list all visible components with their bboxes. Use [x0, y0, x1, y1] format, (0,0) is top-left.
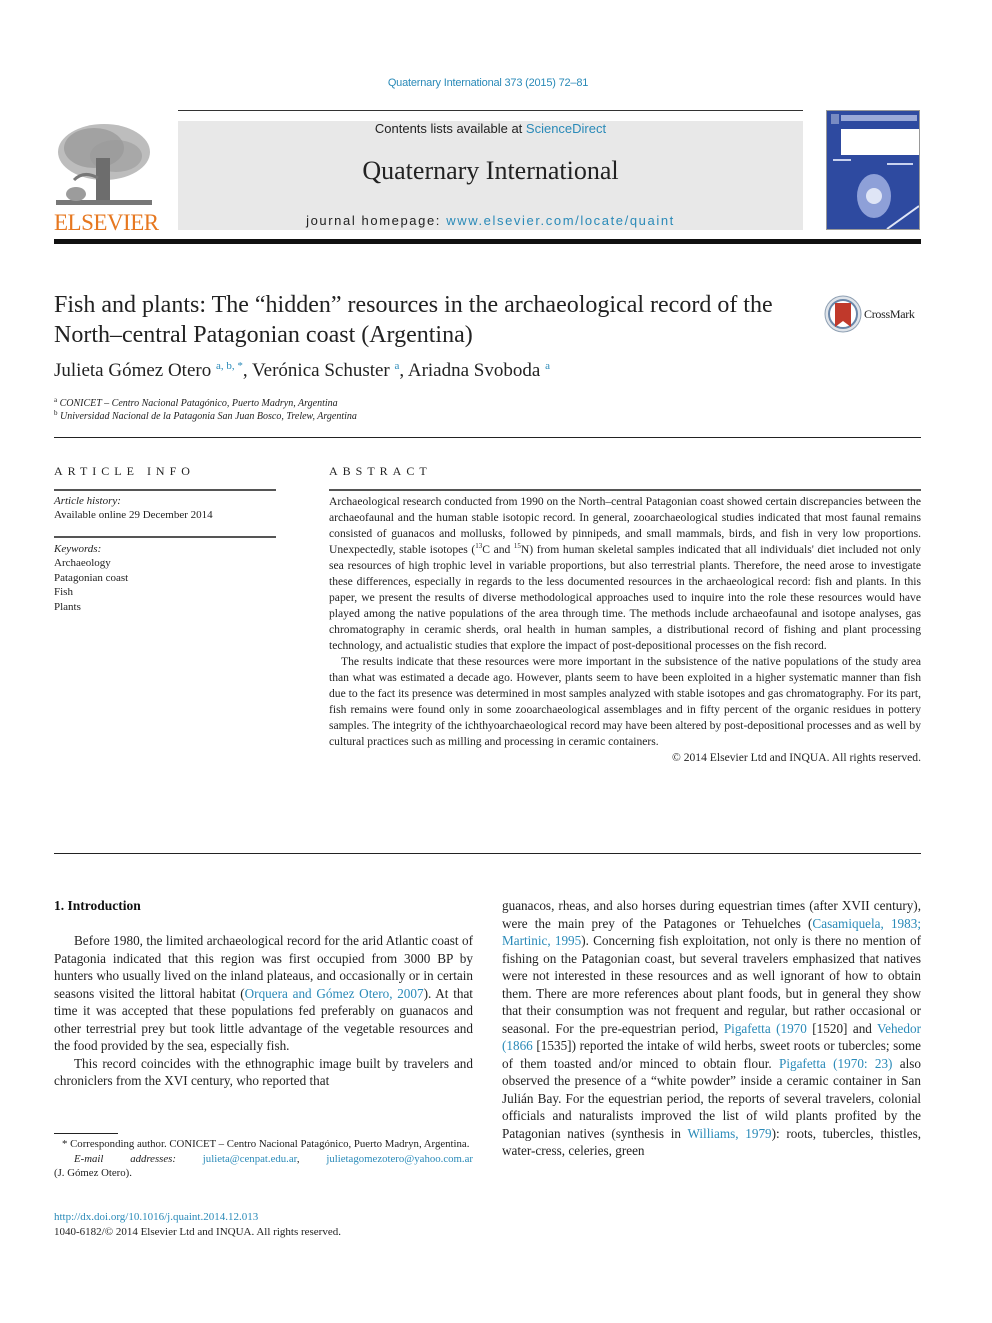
affiliation-text: Universidad Nacional de la Patagonia San…: [60, 411, 357, 422]
author-name[interactable]: Julieta Gómez Otero: [54, 360, 211, 381]
abstract-divider: [54, 853, 921, 854]
abstract-paragraph: The results indicate that these resource…: [329, 655, 921, 748]
author-affiliation-marker[interactable]: a, b, *: [216, 360, 243, 372]
affiliation-text: CONICET – Centro Nacional Patagónico, Pu…: [59, 398, 338, 409]
tree-icon: [56, 124, 152, 205]
crossmark-badge[interactable]: CrossMark: [824, 295, 924, 335]
author-affiliation-marker[interactable]: a: [395, 360, 400, 372]
abstract-heading: ABSTRACT: [329, 464, 432, 478]
title-divider: [54, 437, 921, 438]
keyword-item: Fish: [54, 586, 73, 599]
email-link[interactable]: julietagomezotero@yahoo.com.ar: [326, 1153, 473, 1165]
section-heading-introduction: 1. Introduction: [54, 898, 141, 913]
keyword-item: Plants: [54, 600, 81, 613]
affiliation-item: b Universidad Nacional de la Patagonia S…: [54, 409, 357, 422]
homepage-link[interactable]: www.elsevier.com/locate/quaint: [446, 213, 675, 228]
keyword-item: Patagonian coast: [54, 571, 129, 584]
abstract-body: Archaeological research conducted from 1…: [329, 494, 921, 766]
contents-prefix: Contents lists available at: [374, 121, 526, 136]
abstract-text: C and: [482, 543, 514, 556]
email-label: E-mail addresses:: [74, 1152, 176, 1165]
reference-link[interactable]: Williams, 1979: [687, 1126, 771, 1141]
body-paragraph: Before 1980, the limited archaeological …: [54, 932, 473, 1055]
keywords-rule: [54, 536, 276, 538]
abstract-text: N) from human skeletal samples indicated…: [329, 543, 921, 652]
keywords-label: Keywords:: [54, 543, 102, 555]
abstract-rule: [329, 489, 921, 491]
affiliation-key: b: [54, 409, 58, 417]
article-history: Article history: Available online 29 Dec…: [54, 494, 213, 523]
sciencedirect-link[interactable]: ScienceDirect: [526, 121, 606, 136]
article-history-label: Article history:: [54, 495, 121, 507]
abstract-copyright: © 2014 Elsevier Ltd and INQUA. All right…: [671, 751, 921, 764]
corresponding-author-note: * Corresponding author. CONICET – Centro…: [62, 1138, 470, 1150]
affiliation-key: a: [54, 396, 58, 404]
email-line: E-mail addresses: julieta@cenpat.edu.ar,…: [74, 1152, 474, 1165]
doi-link[interactable]: http://dx.doi.org/10.1016/j.quaint.2014.…: [54, 1211, 258, 1223]
crossmark-icon: [824, 295, 862, 333]
journal-citation[interactable]: Quaternary International 373 (2015) 72–8…: [0, 77, 976, 89]
contents-line: Contents lists available at ScienceDirec…: [178, 121, 803, 136]
author-name[interactable]: Ariadna Svoboda: [408, 360, 540, 381]
body-paragraph: guanacos, rheas, and also horses during …: [502, 897, 921, 1160]
footnote-rule: [54, 1133, 118, 1134]
journal-title: Quaternary International: [362, 156, 619, 185]
journal-cover-thumbnail[interactable]: [826, 110, 920, 230]
author-affiliation-marker[interactable]: a: [545, 360, 550, 372]
body-text: [1520] and: [806, 1020, 878, 1036]
journal-homepage: journal homepage: www.elsevier.com/locat…: [178, 213, 803, 228]
reference-link[interactable]: Orquera and Gómez Otero, 2007: [245, 986, 424, 1001]
isotope-superscript: 15: [513, 542, 521, 550]
author-name[interactable]: Verónica Schuster: [252, 360, 390, 381]
affiliation-item: a CONICET – Centro Nacional Patagónico, …: [54, 396, 338, 409]
reference-link[interactable]: Pigafetta (1970: 23): [779, 1056, 892, 1071]
body-column-left: Before 1980, the limited archaeological …: [54, 932, 473, 1090]
keywords-block: Keywords: Archaeology Patagonian coast F…: [54, 542, 128, 614]
body-paragraph: This record coincides with the ethnograp…: [54, 1055, 473, 1089]
footnote-block: * Corresponding author. CONICET – Centro…: [54, 1137, 473, 1181]
reference-link[interactable]: Pigafetta (1970: [724, 1021, 807, 1036]
journal-cover-image: [827, 111, 919, 229]
header-rule: [178, 110, 803, 111]
email-link[interactable]: julieta@cenpat.edu.ar: [203, 1153, 297, 1165]
header-thick-rule: [54, 239, 921, 244]
crossmark-label: CrossMark: [864, 307, 915, 321]
issn-copyright: 1040-6182/© 2014 Elsevier Ltd and INQUA.…: [54, 1226, 341, 1238]
body-column-right: guanacos, rheas, and also horses during …: [502, 897, 921, 1160]
article-info-heading: ARTICLE INFO: [54, 464, 195, 478]
abstract-paragraph: Archaeological research conducted from 1…: [329, 494, 921, 654]
elsevier-wordmark: ELSEVIER: [54, 210, 159, 235]
article-info-rule: [54, 489, 276, 491]
article-title: Fish and plants: The “hidden” resources …: [54, 292, 773, 348]
keyword-item: Archaeology: [54, 557, 111, 570]
article-history-value: Available online 29 December 2014: [54, 509, 213, 522]
author-list: Julieta Gómez Otero a, b, *, Verónica Sc…: [54, 360, 550, 381]
homepage-prefix: journal homepage:: [306, 213, 447, 228]
email-owner: (J. Gómez Otero).: [54, 1167, 132, 1179]
